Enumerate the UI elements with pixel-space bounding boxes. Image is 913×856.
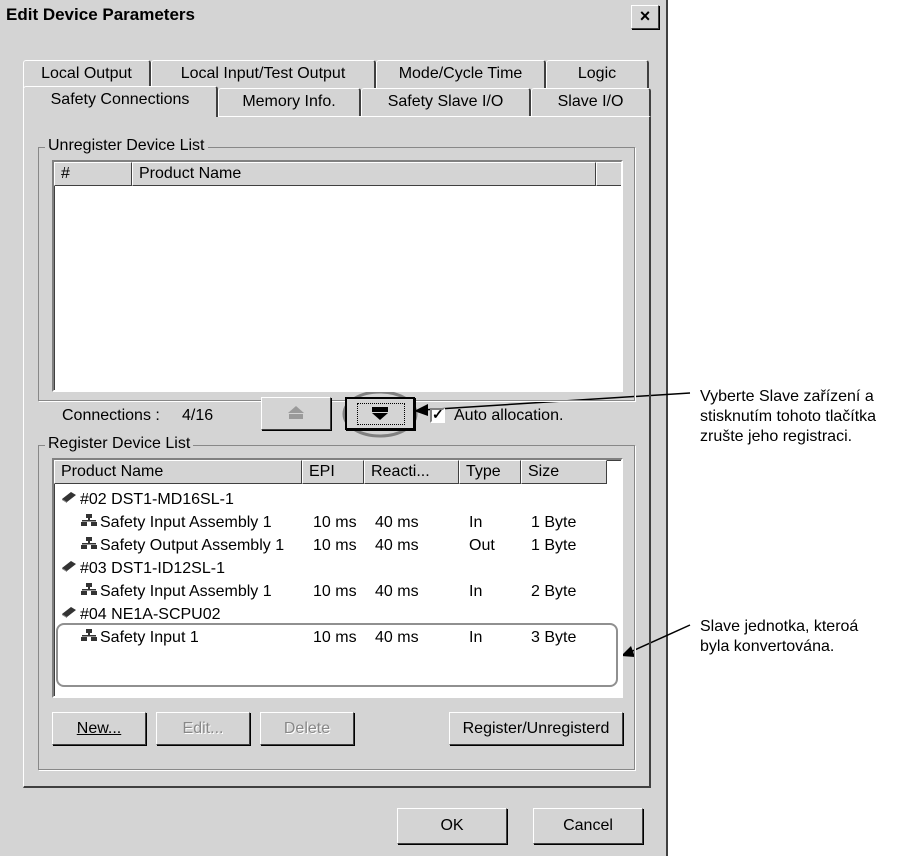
col-header-reaction[interactable]: Reacti... [364,460,459,484]
col-header-size[interactable]: Size [521,460,607,484]
edit-button-label: Edit... [182,720,224,737]
auto-allocation-label: Auto allocation. [454,407,564,424]
new-button-label: New... [76,720,122,737]
network-assembly-icon [80,534,98,557]
callout1-line1: Vyberte Slave zařízení a [700,388,874,405]
unregister-device-group: Unregister Device List # Product Name [38,137,635,401]
network-assembly-icon [80,511,98,534]
edit-button[interactable]: Edit... [156,712,250,745]
assembly-row[interactable]: Safety Input Assembly 1 10 ms 40 ms In 2 Byt… [54,580,621,603]
unregister-down-button[interactable] [345,397,415,430]
register-device-list[interactable]: Product Name EPI Reacti... Type Size #02… [52,458,623,698]
row-product-name: #02 DST1-MD16SL-1 [80,491,234,508]
callout-text-1: Vyberte Slave zařízení a stisknutím toho… [700,387,876,447]
col-header-product-name[interactable]: Product Name [54,460,302,484]
unregister-header-row: # Product Name [54,162,621,186]
row-type: In [469,514,483,531]
callout2-line1: Slave jednotka, kteroá [700,618,859,635]
assembly-row[interactable]: Safety Input Assembly 1 10 ms 40 ms In 1 Byt… [54,511,621,534]
row-size: 2 Byte [531,583,577,600]
device-row[interactable]: #02 DST1-MD16SL-1 [54,488,621,511]
device-row[interactable]: #03 DST1-ID12SL-1 [54,557,621,580]
delete-button-label: Delete [283,720,331,737]
register-group-label: Register Device List [45,435,194,453]
auto-allocation-checkbox[interactable]: ✓ [430,406,445,423]
new-button[interactable]: New... [52,712,146,745]
callout1-line2: stisknutím tohoto tlačítka [700,408,877,425]
register-header-row: Product Name EPI Reacti... Type Size [54,460,621,484]
device-icon [60,488,78,511]
register-unregister-button[interactable]: Register/Unregisterd [449,712,623,745]
checkmark-icon: ✓ [432,406,444,422]
unregister-device-list[interactable]: # Product Name [52,160,623,392]
col-header-type[interactable]: Type [459,460,521,484]
col-header-number[interactable]: # [54,162,132,186]
row-type: Out [469,537,495,554]
register-device-group: Register Device List Product Name EPI Re… [38,435,635,770]
row-size: 1 Byte [531,514,577,531]
row-epi: 10 ms [313,514,357,531]
assembly-row[interactable]: Safety Output Assembly 1 10 ms 40 ms Out 1 B… [54,534,621,557]
register-up-button[interactable] [261,397,331,430]
device-icon [60,557,78,580]
row-product-name: Safety Output Assembly 1 [100,537,285,554]
delete-button[interactable]: Delete [260,712,354,745]
edit-device-parameters-dialog: Edit Device Parameters × Local Output Lo… [0,0,668,856]
row-react: 40 ms [375,537,419,554]
connections-label: Connections : [62,407,160,424]
row-product-name: #03 DST1-ID12SL-1 [80,560,225,577]
network-assembly-icon [80,580,98,603]
row-epi: 10 ms [313,537,357,554]
row-type: In [469,583,483,600]
converted-slave-highlight [56,623,618,687]
row-react: 40 ms [375,583,419,600]
row-product-name: Safety Input Assembly 1 [100,514,272,531]
connections-value: 4/16 [182,407,214,424]
tab-safety-connections[interactable]: Safety Connections [23,86,218,117]
focus-rect [357,403,405,425]
safety-connections-panel: Unregister Device List # Product Name Co… [23,116,651,788]
col-header-epi[interactable]: EPI [302,460,364,484]
col-header-empty [596,162,621,186]
col-header-product-name[interactable]: Product Name [132,162,596,186]
row-react: 40 ms [375,514,419,531]
row-product-name: #04 NE1A-SCPU02 [80,606,221,623]
callout2-line2: byla konvertována. [700,638,835,655]
arrow-up-icon [288,406,304,419]
callout-text-2: Slave jednotka, kteroá byla konvertována… [700,617,858,657]
row-size: 1 Byte [531,537,577,554]
callout1-line3: zrušte jeho registraci. [700,428,853,445]
row-epi: 10 ms [313,583,357,600]
row-product-name: Safety Input Assembly 1 [100,583,272,600]
unregister-group-label: Unregister Device List [45,137,208,155]
